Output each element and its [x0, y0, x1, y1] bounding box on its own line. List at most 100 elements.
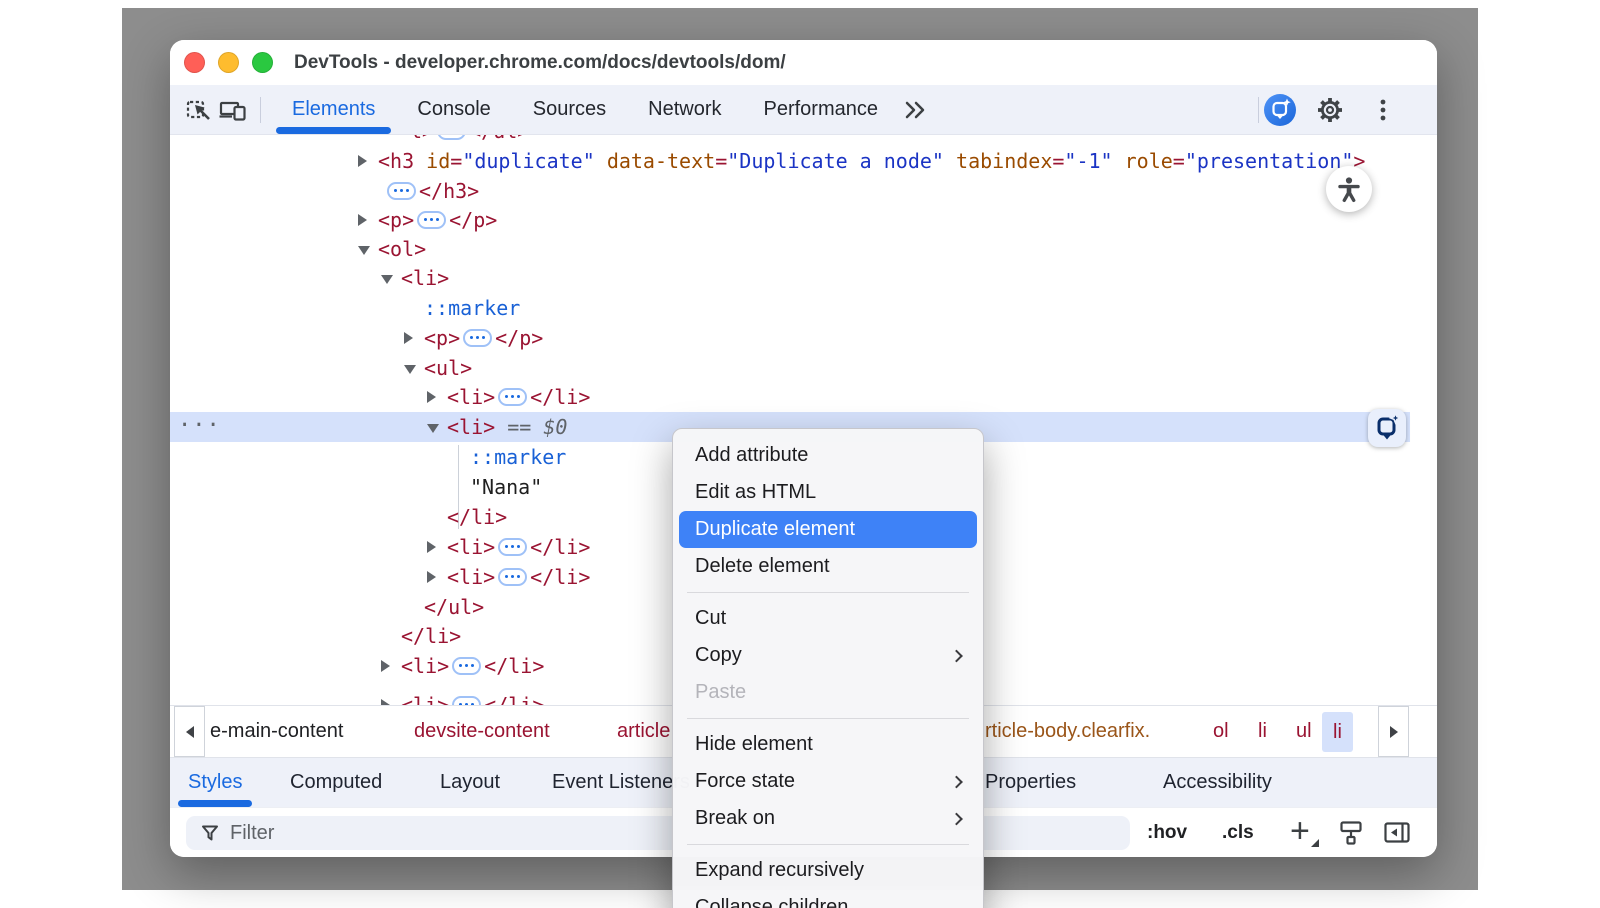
row-overflow-dots-icon[interactable]: ··· [178, 412, 221, 440]
code-token: "-1" [1064, 149, 1112, 173]
context-menu-item-expand-recursively[interactable]: Expand recursively [673, 852, 983, 889]
breadcrumb-item-li[interactable]: li [1322, 712, 1353, 752]
new-style-rule-plus-icon[interactable]: + [1287, 816, 1321, 850]
tab-console[interactable]: Console [396, 85, 511, 134]
context-menu-item-cut[interactable]: Cut [673, 600, 983, 637]
breadcrumb-item-e-main-content[interactable]: e-main-content [210, 706, 343, 757]
context-menu-item-copy[interactable]: Copy [673, 637, 983, 674]
inspect-icon[interactable] [182, 93, 216, 127]
context-menu-item-hide-element[interactable]: Hide element [673, 726, 983, 763]
code-token: <ul> [424, 356, 472, 380]
context-menu-item-collapse-children[interactable]: Collapse children [673, 889, 983, 908]
expand-arrow-open-icon[interactable] [404, 365, 416, 374]
expand-arrow-closed-icon[interactable] [358, 155, 367, 167]
dom-tree-row[interactable]: l></ul> [170, 135, 1410, 146]
panel-tabs: ElementsConsoleSourcesNetworkPerformance [271, 85, 899, 134]
expand-arrow-open-icon[interactable] [381, 275, 393, 284]
chevron-right-icon [1390, 726, 1398, 738]
ai-assistant-icon[interactable] [1263, 93, 1297, 127]
code-token: <li> [447, 385, 495, 409]
more-tabs-icon[interactable] [899, 93, 933, 127]
sidebar-tab-properties[interactable]: Properties [985, 758, 1076, 807]
sidebar-tab-layout[interactable]: Layout [440, 758, 500, 807]
tab-network[interactable]: Network [627, 85, 742, 134]
close-button[interactable] [184, 52, 205, 73]
context-menu-item-duplicate-element[interactable]: Duplicate element [679, 511, 977, 548]
inline-expand-badge-icon[interactable] [463, 329, 492, 347]
code-token: </li> [401, 624, 461, 648]
dom-tree-row[interactable]: ::marker [170, 293, 1410, 323]
breadcrumb-scroll-right-button[interactable] [1378, 706, 1409, 757]
inline-expand-badge-icon[interactable] [498, 538, 527, 556]
code-token: "Nana" [470, 475, 542, 499]
code-token: </h3> [419, 179, 479, 203]
inline-expand-badge-icon[interactable] [452, 696, 481, 706]
context-menu-item-add-attribute[interactable]: Add attribute [673, 437, 983, 474]
inline-expand-badge-icon[interactable] [387, 182, 416, 200]
expand-arrow-closed-icon[interactable] [427, 541, 436, 553]
tab-elements[interactable]: Elements [271, 85, 396, 134]
code-token: "presentation" [1185, 149, 1354, 173]
inline-expand-badge-icon[interactable] [452, 657, 481, 675]
ai-badge-icon[interactable] [1368, 409, 1406, 447]
sidebar-tab-event-listeners[interactable]: Event Listeners [552, 758, 690, 807]
toggle-cls[interactable]: .cls [1222, 808, 1254, 857]
dom-tree-row[interactable]: <li> [170, 263, 1410, 293]
accessibility-icon[interactable] [1326, 166, 1372, 212]
context-menu-item-edit-as-html[interactable]: Edit as HTML [673, 474, 983, 511]
expand-arrow-closed-icon[interactable] [404, 332, 413, 344]
code-token: </li> [530, 535, 590, 559]
tab-performance[interactable]: Performance [743, 85, 900, 134]
panel-toggle-icon[interactable] [1382, 818, 1412, 848]
toggle-hov[interactable]: :hov [1147, 808, 1187, 857]
code-token: = [1052, 149, 1064, 173]
sidebar-tab-accessibility[interactable]: Accessibility [1163, 758, 1272, 807]
breadcrumb-item-rticle-body-clearfix[interactable]: rticle-body.clearfix. [985, 706, 1150, 757]
zoom-button[interactable] [252, 52, 273, 73]
code-token: = [715, 149, 727, 173]
breadcrumb-item-ul[interactable]: ul [1296, 706, 1312, 757]
breadcrumb-scroll-left-button[interactable] [174, 706, 205, 757]
dom-tree-row[interactable]: <ol> [170, 234, 1410, 264]
breadcrumb-item-ol[interactable]: ol [1213, 706, 1229, 757]
device-toolbar-icon[interactable] [216, 93, 250, 127]
context-menu-item-force-state[interactable]: Force state [673, 763, 983, 800]
kebab-menu-icon[interactable] [1366, 93, 1400, 127]
settings-gear-icon[interactable] [1313, 93, 1347, 127]
code-token: </li> [484, 693, 544, 705]
breadcrumb-item-devsite-content[interactable]: devsite-content [414, 706, 550, 757]
expand-arrow-open-icon[interactable] [358, 246, 370, 255]
sidebar-tab-styles[interactable]: Styles [188, 758, 242, 807]
context-menu-item-paste: Paste [673, 674, 983, 711]
breadcrumb-item-li[interactable]: li [1258, 706, 1267, 757]
inline-expand-badge-icon[interactable] [417, 211, 446, 229]
menu-separator [687, 718, 969, 719]
inline-expand-badge-icon[interactable] [437, 135, 466, 140]
minimize-button[interactable] [218, 52, 239, 73]
context-menu-item-delete-element[interactable]: Delete element [673, 548, 983, 585]
dom-tree-row[interactable]: <p></p> [170, 205, 1410, 235]
inline-expand-badge-icon[interactable] [498, 568, 527, 586]
expand-arrow-closed-icon[interactable] [381, 660, 390, 672]
brush-icon[interactable] [1336, 818, 1366, 848]
dom-tree-row[interactable]: <li></li> [170, 382, 1410, 412]
inline-expand-badge-icon[interactable] [498, 388, 527, 406]
code-token: l> [410, 135, 434, 143]
menu-separator [687, 592, 969, 593]
expand-arrow-closed-icon[interactable] [427, 571, 436, 583]
expand-arrow-closed-icon[interactable] [358, 214, 367, 226]
expand-arrow-closed-icon[interactable] [427, 391, 436, 403]
tab-sources[interactable]: Sources [512, 85, 627, 134]
code-token: "Duplicate a node" [727, 149, 944, 173]
dom-tree-row[interactable]: <ul> [170, 353, 1410, 383]
breadcrumb-item-article[interactable]: article [617, 706, 670, 757]
filter-input[interactable] [186, 816, 1130, 850]
dom-tree-row[interactable]: </h3> [170, 176, 1410, 206]
expand-arrow-open-icon[interactable] [427, 424, 439, 433]
dom-tree-row[interactable]: <p></p> [170, 323, 1410, 353]
sidebar-tab-computed[interactable]: Computed [290, 758, 382, 807]
context-menu-item-break-on[interactable]: Break on [673, 800, 983, 837]
dom-tree-row[interactable]: <h3 id="duplicate" data-text="Duplicate … [170, 146, 1410, 176]
chevron-left-icon [186, 726, 194, 738]
code-token: = [450, 149, 462, 173]
